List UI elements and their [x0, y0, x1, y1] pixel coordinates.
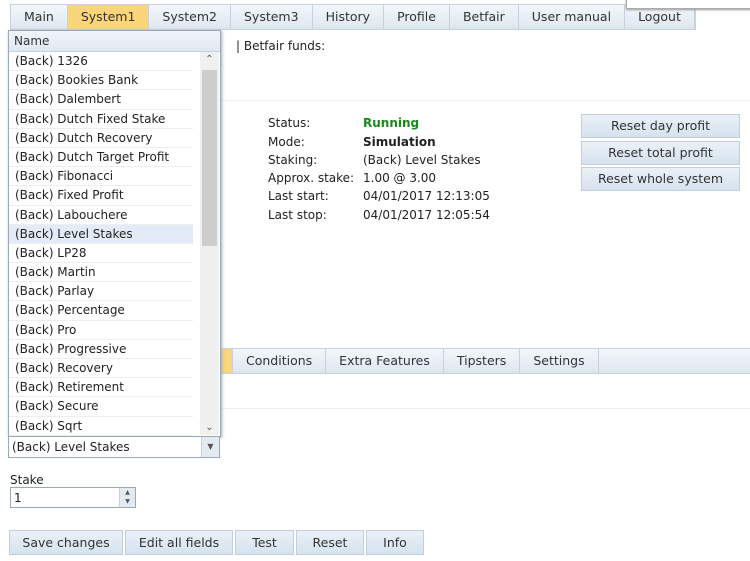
- divider: [220, 408, 750, 409]
- subtab-conditions[interactable]: Conditions: [233, 349, 327, 373]
- subtab-tipsters[interactable]: Tipsters: [444, 349, 521, 373]
- edit-all-fields-button[interactable]: Edit all fields: [125, 530, 233, 555]
- dropdown-option[interactable]: (Back) Dutch Target Profit: [9, 148, 193, 168]
- tab-system1[interactable]: System1: [67, 5, 150, 29]
- reset-whole-system-button[interactable]: Reset whole system: [581, 167, 740, 191]
- tab-betfair[interactable]: Betfair: [450, 5, 519, 29]
- subtab-settings[interactable]: Settings: [520, 349, 599, 373]
- reset-button[interactable]: Reset: [296, 530, 364, 555]
- tab-main[interactable]: Main: [11, 5, 68, 29]
- dropdown-option[interactable]: (Back) Dalembert: [9, 90, 193, 110]
- stake-spinner[interactable]: ▲ ▼: [119, 488, 135, 507]
- tab-staking-active[interactable]: [220, 349, 233, 373]
- status-label: Last start:: [268, 189, 329, 203]
- staking-combo-value: (Back) Level Stakes: [12, 440, 130, 454]
- dropdown-option[interactable]: (Back) Pro: [9, 321, 193, 340]
- column-header-name: Name: [9, 31, 220, 52]
- dropdown-option[interactable]: (Back) 1326: [9, 52, 193, 72]
- status-value: Simulation: [363, 135, 436, 149]
- dropdown-option[interactable]: (Back) Fibonacci: [9, 167, 193, 187]
- reset-day-profit-button[interactable]: Reset day profit: [581, 114, 740, 138]
- stake-input[interactable]: 1 ▲ ▼: [10, 487, 136, 508]
- status-value: Running: [363, 116, 420, 130]
- scrollbar[interactable]: ⌃ ⌄: [200, 52, 219, 435]
- tab-profile[interactable]: Profile: [384, 5, 450, 29]
- reset-total-profit-button[interactable]: Reset total profit: [581, 141, 740, 165]
- info-button[interactable]: Info: [366, 530, 424, 555]
- stake-value: 1: [14, 491, 22, 505]
- staking-dropdown-list[interactable]: Name (Back) 1326 (Back) Bookies Bank (Back…: [8, 30, 221, 437]
- status-value: 1.00 @ 3.00: [363, 171, 437, 185]
- dropdown-option[interactable]: (Back) Retirement: [9, 378, 193, 398]
- main-nav: Main System1 System2 System3 History Profile B…: [10, 4, 696, 30]
- dropdown-option[interactable]: (Back) Percentage: [9, 301, 193, 321]
- status-label: Status:: [268, 116, 311, 130]
- dropdown-arrow-icon[interactable]: ▼: [201, 437, 219, 457]
- dropdown-option[interactable]: (Back) Bookies Bank: [9, 71, 193, 91]
- save-changes-button[interactable]: Save changes: [9, 530, 123, 555]
- chevron-down-icon[interactable]: ⌄: [200, 422, 219, 433]
- dropdown-option[interactable]: (Back) Recovery: [9, 359, 193, 379]
- status-value: 04/01/2017 12:05:54: [363, 208, 490, 222]
- dropdown-option[interactable]: (Back) Martin: [9, 263, 193, 283]
- dropdown-option[interactable]: (Back) LP28: [9, 244, 193, 264]
- tab-system3[interactable]: System3: [231, 5, 313, 29]
- divider: [220, 100, 750, 101]
- scrollbar-thumb[interactable]: [202, 70, 217, 246]
- test-button[interactable]: Test: [235, 530, 294, 555]
- status-label: Approx. stake:: [268, 171, 355, 185]
- dropdown-option[interactable]: (Back) Labouchere: [9, 206, 193, 225]
- tab-user-manual[interactable]: User manual: [519, 5, 626, 29]
- status-label: Last stop:: [268, 208, 327, 222]
- dropdown-option[interactable]: (Back) Dutch Recovery: [9, 129, 193, 148]
- sub-tabs: Conditions Extra Features Tipsters Settings: [220, 348, 750, 374]
- dropdown-option[interactable]: (Back) Dutch Fixed Stake: [9, 110, 193, 129]
- dropdown-option[interactable]: (Back) Fixed Profit: [9, 186, 193, 206]
- stake-label: Stake: [10, 473, 44, 487]
- status-value: 04/01/2017 12:13:05: [363, 189, 490, 203]
- status-label: Mode:: [268, 135, 305, 149]
- dropdown-option[interactable]: (Back) Progressive: [9, 340, 193, 359]
- dropdown-option[interactable]: (Back) Parlay: [9, 282, 193, 302]
- dropdown-option[interactable]: (Back) Secure: [9, 397, 193, 417]
- chevron-up-icon[interactable]: ⌃: [200, 54, 219, 65]
- popup-panel: [626, 0, 750, 9]
- tab-system2[interactable]: System2: [149, 5, 231, 29]
- staking-combo-input[interactable]: (Back) Level Stakes ▼: [8, 436, 220, 458]
- betfair-funds-label: | Betfair funds:: [236, 39, 326, 53]
- status-value: (Back) Level Stakes: [363, 153, 481, 167]
- tab-history[interactable]: History: [313, 5, 385, 29]
- dropdown-option[interactable]: (Back) Sqrt: [9, 417, 193, 436]
- subtab-extra-features[interactable]: Extra Features: [326, 349, 444, 373]
- status-label: Staking:: [268, 153, 318, 167]
- dropdown-option[interactable]: (Back) Level Stakes: [9, 224, 193, 244]
